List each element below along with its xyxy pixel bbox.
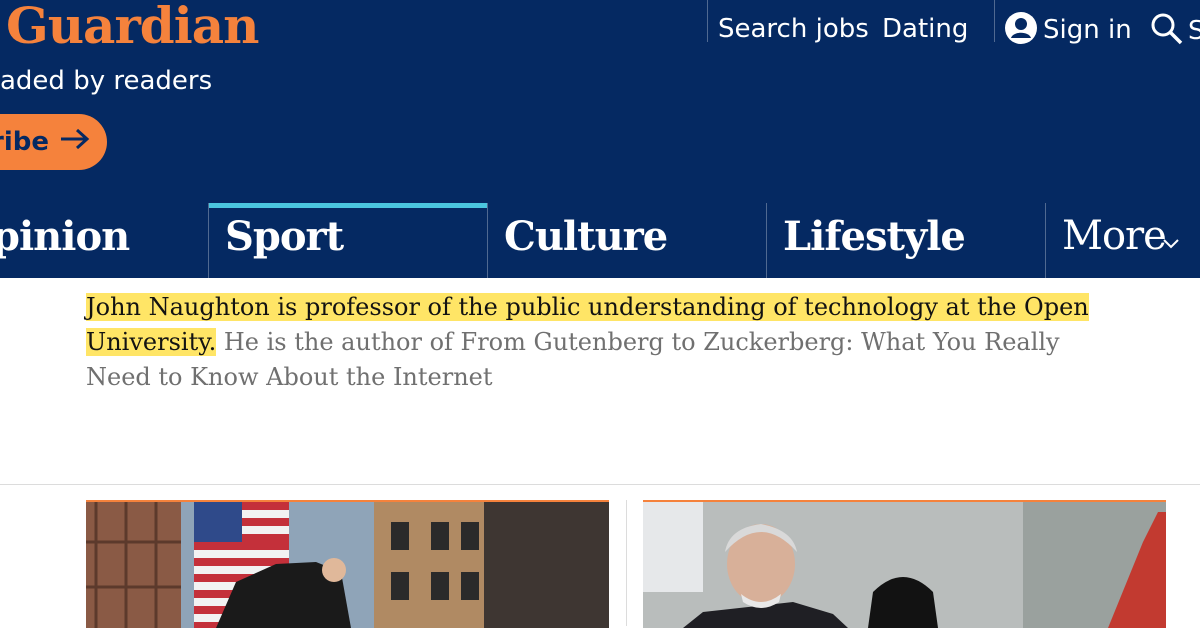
- nav-item-label: pinion: [0, 213, 130, 260]
- guardian-logo[interactable]: Guardian: [6, 0, 259, 55]
- search-label: S: [1188, 16, 1200, 46]
- article-photo: [643, 502, 1166, 628]
- search-icon: [1150, 12, 1184, 50]
- header-divider: [994, 0, 995, 42]
- nav-item-culture[interactable]: Culture: [487, 203, 766, 278]
- nav-item-label: Sport: [225, 213, 344, 260]
- nav-item-label: Lifestyle: [783, 213, 966, 260]
- nav-item-label: More: [1062, 213, 1167, 259]
- section-nav: pinion Sport Culture Lifestyle More: [0, 203, 1200, 278]
- dating-link[interactable]: Dating: [882, 14, 968, 44]
- article-card-image[interactable]: [86, 500, 609, 628]
- nav-item-opinion[interactable]: pinion: [0, 203, 209, 278]
- subscribe-label: ribe: [0, 127, 49, 157]
- article-card-image[interactable]: [643, 500, 1166, 628]
- subscribe-button[interactable]: ribe: [0, 114, 107, 170]
- nav-item-label: Culture: [504, 213, 668, 260]
- chevron-down-icon: [1162, 235, 1180, 254]
- author-bio: John Naughton is professor of the public…: [86, 290, 1126, 395]
- search-jobs-link[interactable]: Search jobs: [718, 14, 869, 44]
- search-link[interactable]: S: [1150, 12, 1200, 50]
- nav-item-more[interactable]: More: [1045, 203, 1200, 278]
- bio-text: He is the author of From Gutenberg to Zu…: [86, 328, 1060, 391]
- header-divider: [707, 0, 708, 42]
- site-header: Guardian aded by readers ribe Search job…: [0, 0, 1200, 203]
- nav-item-lifestyle[interactable]: Lifestyle: [766, 203, 1045, 278]
- article-photo: [86, 502, 609, 628]
- arrow-right-icon: [59, 127, 91, 158]
- column-divider: [626, 500, 627, 626]
- sign-in-link[interactable]: Sign in: [1005, 12, 1132, 48]
- nav-item-sport[interactable]: Sport: [208, 203, 487, 278]
- sign-in-label: Sign in: [1043, 15, 1132, 45]
- tagline: aded by readers: [0, 66, 213, 96]
- active-tab-indicator: [209, 203, 487, 208]
- section-divider: [0, 484, 1200, 485]
- user-icon: [1005, 12, 1037, 48]
